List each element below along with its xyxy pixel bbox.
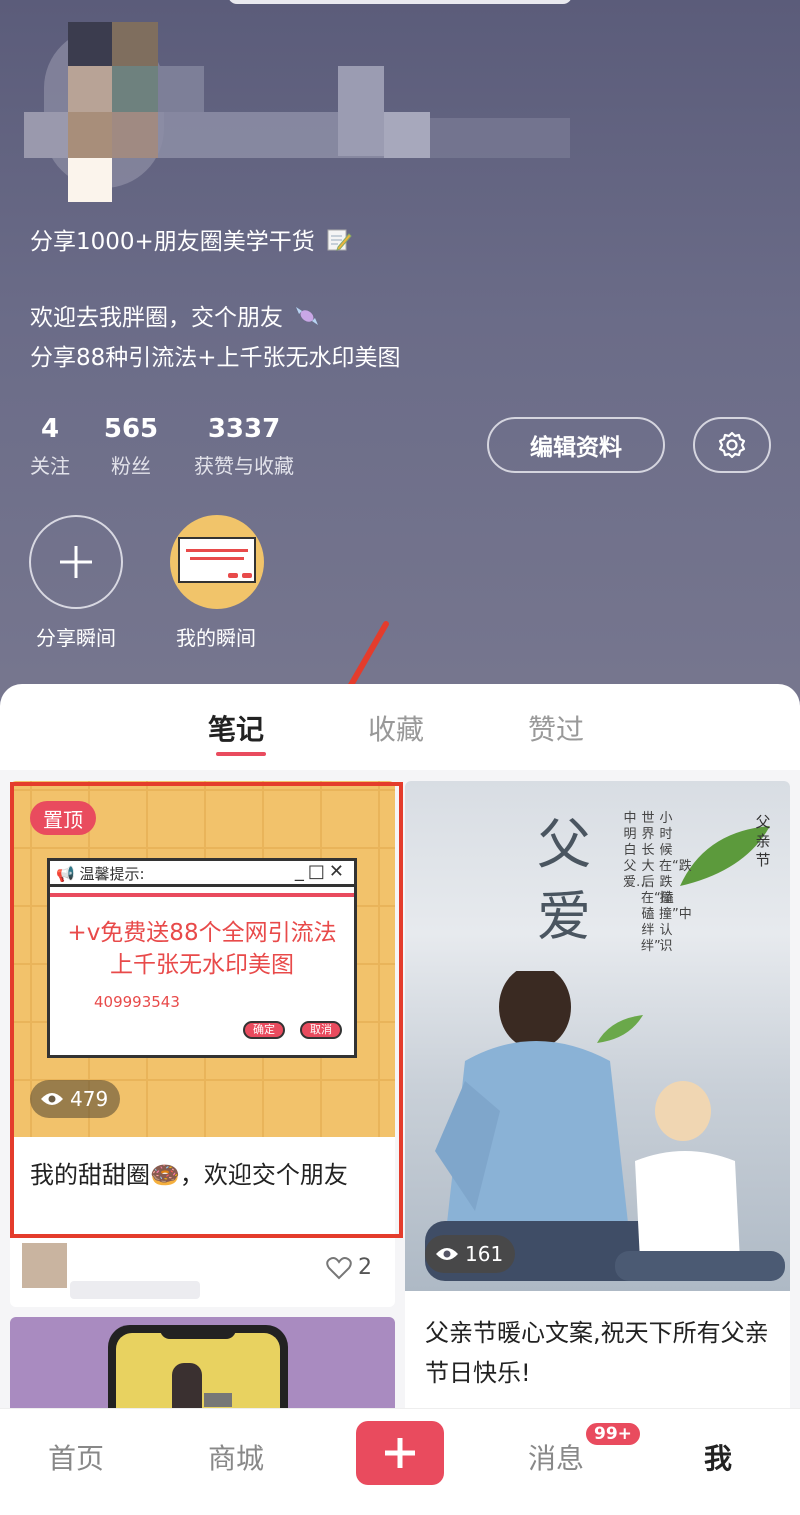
tab-collections[interactable]: 收藏 xyxy=(368,708,424,748)
create-note-button[interactable] xyxy=(356,1421,444,1485)
avatar-mosaic xyxy=(68,112,112,158)
cover-char: 节 xyxy=(755,851,771,869)
thumb-button xyxy=(242,573,252,578)
stat-label: 粉丝 xyxy=(111,454,151,478)
stat-followers[interactable]: 565 粉丝 xyxy=(100,414,162,479)
avatar-mosaic xyxy=(24,112,68,158)
heart-icon xyxy=(326,1256,352,1279)
name-mosaic xyxy=(430,118,570,158)
top-bar-pill xyxy=(228,0,572,4)
nav-me[interactable]: 我 xyxy=(704,1437,732,1477)
my-moment-thumbnail[interactable] xyxy=(170,515,264,609)
view-count-badge: 161 xyxy=(425,1235,516,1273)
stat-value: 4 xyxy=(40,414,60,444)
avatar-mosaic xyxy=(68,22,112,66)
avatar-mosaic xyxy=(112,66,158,112)
stat-label: 获赞与收藏 xyxy=(194,454,294,478)
author-avatar[interactable] xyxy=(22,1243,67,1288)
active-tab-indicator xyxy=(216,752,266,756)
phone-notch xyxy=(160,1325,236,1339)
bio-text: 欢迎去我胖圈，交个朋友 xyxy=(30,305,283,331)
name-mosaic xyxy=(384,112,430,158)
plus-icon xyxy=(385,1438,415,1468)
stat-following[interactable]: 4 关注 xyxy=(28,414,72,479)
cover-char: 父 xyxy=(755,813,771,831)
thumb-line xyxy=(186,549,248,552)
bio-line: 分享1000+朋友圈美学干货 xyxy=(30,222,352,256)
cover-char: 亲 xyxy=(755,832,771,850)
bottom-navigation: 首页 商城 消息 99+ 我 xyxy=(0,1408,800,1515)
cover-poem-line: 小时候在“跌跌撞撞”中认识 xyxy=(659,811,692,954)
share-moment-label: 分享瞬间 xyxy=(36,626,116,650)
gear-icon xyxy=(718,431,746,459)
thumb-button xyxy=(228,573,238,578)
bio-text: 分享1000+朋友圈美学干货 xyxy=(30,229,315,255)
thumb-line xyxy=(190,557,244,560)
view-count: 161 xyxy=(465,1242,504,1266)
stat-value: 3337 xyxy=(207,414,281,444)
cover-title: 父爱 xyxy=(537,813,591,948)
note-card[interactable]: 父爱 父 亲 节 小时候在“跌跌撞撞”中认识 世界长大后在“磕磕绊绊” 中明白父… xyxy=(405,781,790,1421)
tab-liked[interactable]: 赞过 xyxy=(528,708,584,748)
tab-notes[interactable]: 笔记 xyxy=(208,708,264,748)
avatar-mosaic xyxy=(112,22,158,66)
stat-likes-collects[interactable]: 3337 获赞与收藏 xyxy=(186,414,302,479)
moment-dialog-thumb xyxy=(178,537,256,583)
nav-messages[interactable]: 消息 xyxy=(528,1437,584,1477)
bio-line: 分享88种引流法+上千张无水印美图 xyxy=(30,345,401,371)
messages-badge: 99+ xyxy=(584,1421,642,1447)
note-cover: 父爱 父 亲 节 小时候在“跌跌撞撞”中认识 世界长大后在“磕磕绊绊” 中明白父… xyxy=(405,781,790,1291)
highlight-frame xyxy=(10,782,403,1238)
profile-header: 分享1000+朋友圈美学干货 欢迎去我胖圈，交个朋友 分享88种引流法+上千张无… xyxy=(0,0,800,720)
laptop-figure xyxy=(204,1393,232,1407)
bio-line: 欢迎去我胖圈，交个朋友 xyxy=(30,298,320,332)
note-title[interactable]: 父亲节暖心文案,祝天下所有父亲节日快乐! xyxy=(425,1313,775,1393)
avatar-mosaic xyxy=(68,158,112,202)
settings-button[interactable] xyxy=(693,417,771,473)
my-moment-label: 我的瞬间 xyxy=(176,626,256,650)
stat-label: 关注 xyxy=(30,454,70,478)
author-name-blurred xyxy=(70,1281,200,1299)
share-moment-button[interactable] xyxy=(29,515,123,609)
name-mosaic xyxy=(338,66,384,156)
memo-icon xyxy=(327,229,352,251)
avatar-mosaic xyxy=(68,66,112,112)
eye-icon xyxy=(436,1248,458,1260)
like-count: 2 xyxy=(358,1255,372,1280)
nav-home[interactable]: 首页 xyxy=(48,1437,104,1477)
plus-icon xyxy=(60,546,92,578)
cover-poem-line: 中明白父爱… xyxy=(623,811,650,890)
candy-icon xyxy=(296,307,319,325)
nav-mall[interactable]: 商城 xyxy=(208,1437,264,1477)
avatar-mosaic xyxy=(112,112,158,158)
name-mosaic xyxy=(158,66,204,112)
like-button[interactable]: 2 xyxy=(326,1255,372,1280)
edit-profile-button[interactable]: 编辑资料 xyxy=(487,417,665,473)
cover-small-title: 父 亲 节 xyxy=(755,813,771,870)
stat-value: 565 xyxy=(103,414,159,444)
